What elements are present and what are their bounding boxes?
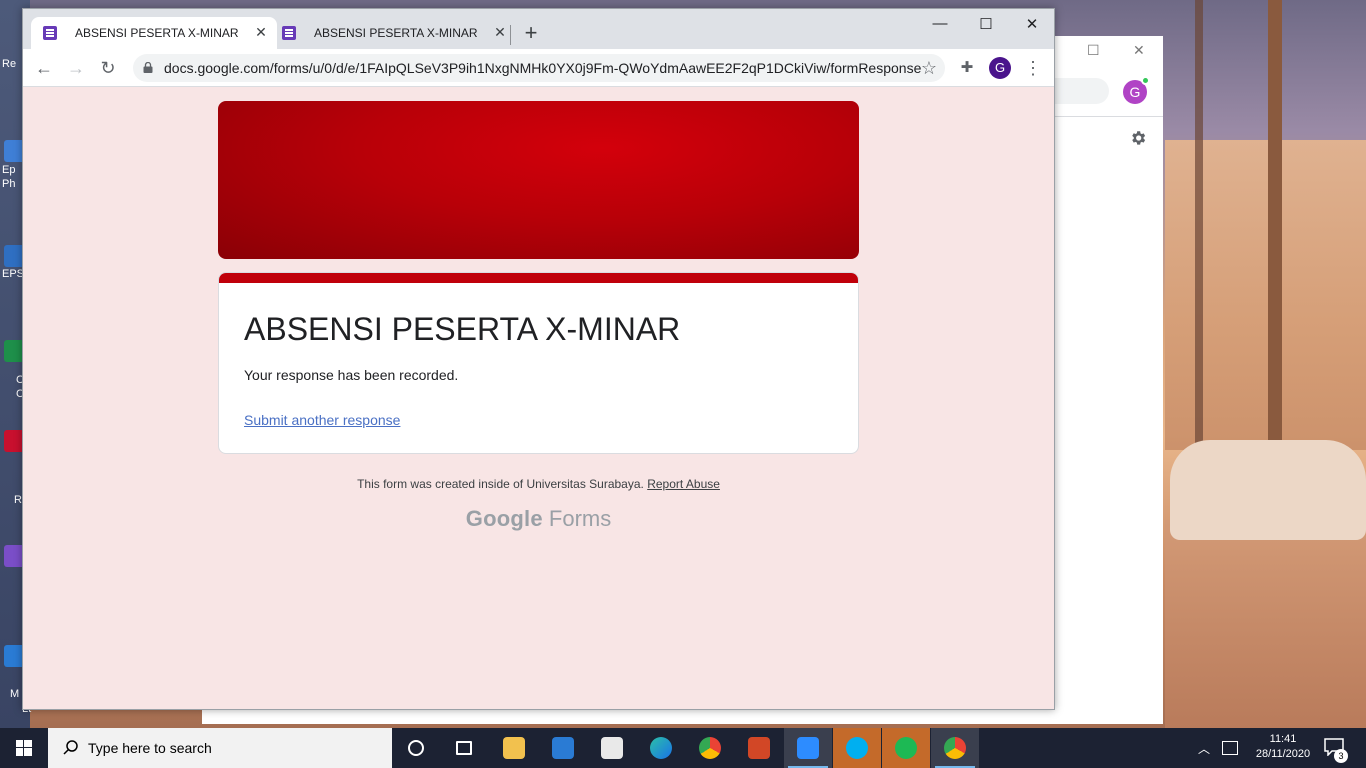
google-forms-favicon-icon <box>282 26 296 40</box>
tab-strip: ABSENSI PESERTA X-MINAR ✕ ABSENSI PESERT… <box>23 9 1054 49</box>
forms-wordmark: Forms <box>548 506 612 531</box>
tab-absensi-active[interactable]: ABSENSI PESERTA X-MINAR ✕ <box>31 17 277 49</box>
edge-icon[interactable] <box>637 728 685 768</box>
mail-icon[interactable] <box>539 728 587 768</box>
wallpaper-ground <box>1165 520 1366 728</box>
powerpoint-icon[interactable] <box>735 728 783 768</box>
chevron-up-icon[interactable]: ︿ <box>1198 740 1210 757</box>
google-forms-logo[interactable]: Google Forms <box>218 506 859 532</box>
system-clock[interactable]: 11:41 28/11/2020 <box>1248 732 1318 762</box>
confirmation-message: Your response has been recorded. <box>244 367 459 383</box>
skype-icon[interactable] <box>833 728 881 768</box>
notification-count-badge: 3 <box>1334 749 1348 763</box>
close-window-icon[interactable]: ✕ <box>1017 15 1047 35</box>
submit-another-response-link[interactable]: Submit another response <box>244 412 400 428</box>
desktop-icon-label[interactable]: Re <box>2 58 16 70</box>
online-status-dot <box>1141 76 1150 85</box>
menu-kebab-icon[interactable]: ⋮ <box>1023 57 1043 79</box>
url-text[interactable]: docs.google.com/forms/u/0/d/e/1FAIpQLSeV… <box>164 60 921 76</box>
spotify-icon[interactable] <box>882 728 930 768</box>
background-omnibox[interactable] <box>1055 78 1109 104</box>
maximize-icon[interactable]: ☐ <box>1087 42 1100 59</box>
close-tab-icon[interactable]: ✕ <box>253 24 269 40</box>
chrome-icon[interactable] <box>686 728 734 768</box>
desktop-icon-label[interactable]: EPS <box>2 268 24 280</box>
file-explorer-icon[interactable] <box>490 728 538 768</box>
desktop-icon-label[interactable]: M <box>10 688 19 700</box>
wallpaper-car <box>1170 440 1366 540</box>
report-abuse-link[interactable]: Report Abuse <box>647 477 720 491</box>
tab-title: ABSENSI PESERTA X-MINAR <box>314 26 478 40</box>
background-window-edge <box>202 708 1055 724</box>
minimize-icon[interactable]: — <box>925 15 955 35</box>
task-view-icon[interactable] <box>440 728 488 768</box>
tab-separator <box>510 25 511 45</box>
google-wordmark: Google <box>465 506 543 531</box>
address-bar[interactable]: docs.google.com/forms/u/0/d/e/1FAIpQLSeV… <box>133 54 945 82</box>
windows-taskbar: Type here to search ︿ 11:41 28/11/2020 3 <box>0 728 1366 768</box>
browser-window[interactable]: ABSENSI PESERTA X-MINAR ✕ ABSENSI PESERT… <box>22 8 1055 710</box>
bookmark-star-icon[interactable]: ☆ <box>921 58 937 79</box>
form-page: ABSENSI PESERTA X-MINAR Your response ha… <box>23 88 1054 709</box>
new-tab-button[interactable]: + <box>521 22 541 44</box>
back-arrow-icon[interactable]: ← <box>34 58 54 78</box>
gear-icon[interactable] <box>1129 129 1147 147</box>
maximize-icon[interactable]: ☐ <box>971 15 1001 35</box>
google-forms-favicon-icon <box>43 26 57 40</box>
profile-avatar[interactable]: G <box>989 57 1011 79</box>
clock-time: 11:41 <box>1269 733 1297 745</box>
desktop-icon-label[interactable]: R <box>14 494 22 506</box>
tab-absensi-inactive[interactable]: ABSENSI PESERTA X-MINAR ✕ <box>270 17 516 49</box>
start-button[interactable] <box>0 728 48 768</box>
tab-title: ABSENSI PESERTA X-MINAR <box>75 26 239 40</box>
close-tab-icon[interactable]: ✕ <box>492 24 508 40</box>
form-footer-note: This form was created inside of Universi… <box>218 477 859 491</box>
store-icon[interactable] <box>588 728 636 768</box>
reload-icon[interactable]: ↻ <box>98 58 118 78</box>
taskbar-search-box[interactable]: Type here to search <box>48 728 392 768</box>
card-accent-bar <box>219 273 858 283</box>
cortana-icon[interactable] <box>392 728 440 768</box>
confirmation-card: ABSENSI PESERTA X-MINAR Your response ha… <box>218 272 859 454</box>
desktop-icon-label[interactable]: Ph <box>2 178 15 190</box>
form-header-banner <box>218 101 859 259</box>
form-footer-text: This form was created inside of Universi… <box>357 477 644 491</box>
lock-icon[interactable] <box>143 62 153 73</box>
search-placeholder: Type here to search <box>88 740 212 756</box>
zoom-icon[interactable] <box>784 728 832 768</box>
search-icon <box>63 740 78 755</box>
chrome-profile-icon[interactable] <box>931 728 979 768</box>
background-browser-window[interactable]: ☐ ✕ G <box>1055 36 1163 724</box>
background-titlebar: ☐ ✕ <box>1055 36 1163 64</box>
extensions-puzzle-icon[interactable]: ✚ <box>957 58 977 78</box>
desktop-icon-label[interactable]: Ep <box>2 164 15 176</box>
divider <box>1055 116 1163 117</box>
close-icon[interactable]: ✕ <box>1133 42 1145 59</box>
windows-logo-icon <box>16 740 32 756</box>
browser-toolbar: ← → ↻ docs.google.com/forms/u/0/d/e/1FAI… <box>23 49 1054 87</box>
clock-date: 28/11/2020 <box>1255 748 1311 760</box>
battery-icon[interactable] <box>1222 741 1238 755</box>
form-title: ABSENSI PESERTA X-MINAR <box>244 311 681 347</box>
forward-arrow-icon[interactable]: → <box>66 58 86 78</box>
